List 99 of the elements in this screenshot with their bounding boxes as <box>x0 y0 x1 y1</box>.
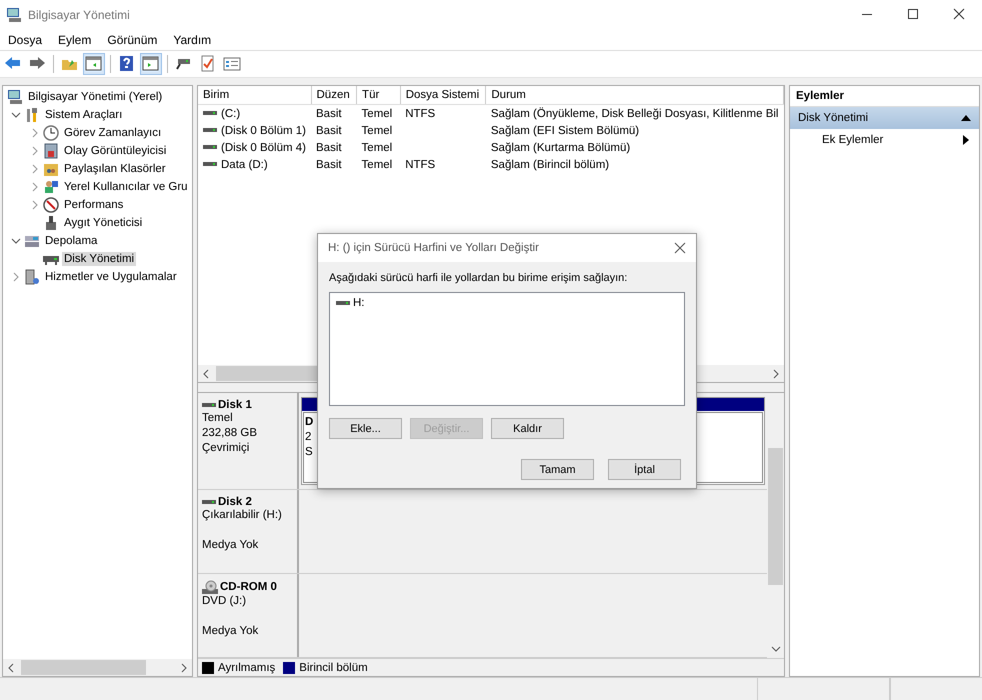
menu-item[interactable]: Dosya <box>0 33 50 47</box>
tree-item[interactable]: Hizmetler ve Uygulamalar <box>43 270 179 284</box>
collapse-icon[interactable] <box>961 115 971 121</box>
column-header[interactable]: Durum <box>486 86 784 104</box>
storage-icon <box>24 233 40 249</box>
table-cell: Basit <box>316 158 342 170</box>
expand-chevron-icon[interactable] <box>11 272 21 282</box>
dialog-button[interactable]: Ekle... <box>329 418 402 439</box>
disk-type: Çıkarılabilir (H:) <box>202 508 283 523</box>
actions-section[interactable]: Disk Yönetimi <box>790 107 979 129</box>
help-icon <box>118 55 136 73</box>
log-icon <box>43 143 59 159</box>
tree-item[interactable]: Yerel Kullanıcılar ve Gru <box>62 180 190 194</box>
table-cell: Sağlam (EFI Sistem Bölümü) <box>490 124 640 136</box>
menu-item[interactable]: Yardım <box>165 33 220 47</box>
expand-chevron-icon[interactable] <box>30 182 40 192</box>
expand-chevron-icon[interactable] <box>30 146 40 156</box>
dialog-prompt: Aşağıdaki sürücü harfi ile yollardan bu birime erişim sağlayın: <box>329 272 628 284</box>
dialog-title: H: () için Sürücü Harfini ve Yolları Değiştir <box>328 242 539 254</box>
disk-size: 232,88 GB <box>202 426 258 441</box>
computer-icon <box>7 89 23 105</box>
tree-item[interactable]: Olay Görüntüleyicisi <box>62 144 168 158</box>
disk-status: Çevrimiçi <box>202 441 250 456</box>
table-cell: Sağlam (Kurtarma Bölümü) <box>490 142 630 154</box>
action-link[interactable]: Ek Eylemler <box>822 134 884 146</box>
submenu-arrow-icon <box>963 135 969 145</box>
list-icon <box>223 55 241 73</box>
column-header[interactable]: Dosya Sistemi <box>400 86 486 104</box>
disk-type: DVD (J:) <box>202 594 248 609</box>
scroll-down-icon[interactable] <box>770 644 780 654</box>
table-cell: Basit <box>316 108 342 120</box>
table-cell: Sağlam (Önyükleme, Disk Belleği Dosyası, Kilitlenme Bil <box>490 108 778 120</box>
column-header[interactable]: Düzen <box>311 86 357 104</box>
dialog-button[interactable]: Kaldır <box>491 418 564 439</box>
table-cell: Temel <box>362 158 392 170</box>
legend-label: Birincil bölüm <box>299 662 368 674</box>
tree-item[interactable]: Paylaşılan Klasörler <box>62 162 168 176</box>
pane-button[interactable] <box>140 53 162 75</box>
disk-name: Disk 2 <box>218 496 252 508</box>
tree-item[interactable]: Aygıt Yöneticisi <box>62 216 144 230</box>
tree-item[interactable]: Performans <box>62 198 126 212</box>
tools-icon <box>24 107 40 123</box>
pane-button[interactable] <box>83 53 105 75</box>
folder-icon <box>43 161 59 177</box>
pane-icon <box>85 55 103 73</box>
table-cell: Sağlam (Birincil bölüm) <box>490 158 610 170</box>
disk-status: Medya Yok <box>202 624 260 639</box>
disk-name: CD-ROM 0 <box>220 581 277 593</box>
partition-detail: S <box>305 445 313 460</box>
legend-label: Ayrılmamış <box>218 662 276 674</box>
table-cell: Data (D:) <box>221 158 268 170</box>
table-cell: (Disk 0 Bölüm 4) <box>221 142 306 154</box>
computer-icon <box>6 7 22 23</box>
pane-icon <box>142 55 160 73</box>
expand-chevron-icon[interactable] <box>30 164 40 174</box>
table-cell: NTFS <box>405 158 436 170</box>
tree-item[interactable]: Depolama <box>43 234 100 248</box>
list-item[interactable]: H: <box>353 297 364 309</box>
dialog-button[interactable]: Tamam <box>521 459 594 480</box>
tree-item[interactable]: Sistem Araçları <box>43 108 124 122</box>
column-header[interactable]: Tür <box>356 86 400 104</box>
expand-chevron-icon[interactable] <box>30 200 40 210</box>
path-list[interactable]: H: <box>329 292 685 406</box>
drive-icon <box>202 401 216 409</box>
tree-item[interactable]: Bilgisayar Yönetimi (Yerel) <box>26 90 164 104</box>
section-title: Disk Yönetimi <box>798 112 868 124</box>
table-cell: (Disk 0 Bölüm 1) <box>221 124 306 136</box>
drive-icon <box>202 498 216 506</box>
table-cell: Temel <box>362 108 392 120</box>
partition-detail: 2 <box>305 430 312 445</box>
table-cell: (C:) <box>221 108 240 120</box>
disk-type: Temel <box>202 411 234 426</box>
column-header[interactable]: Birim <box>198 86 311 104</box>
gauge-icon <box>43 197 59 213</box>
dialog-button[interactable]: İptal <box>608 459 681 480</box>
expand-chevron-icon[interactable] <box>30 128 40 138</box>
users-icon <box>43 179 59 195</box>
disk-status: Medya Yok <box>202 538 260 553</box>
partition-detail: D <box>305 415 314 430</box>
server-icon <box>24 269 40 285</box>
table-cell: Temel <box>362 124 392 136</box>
table-cell: Basit <box>316 124 342 136</box>
tree-item[interactable]: Görev Zamanlayıcı <box>62 126 164 140</box>
menu-item[interactable]: Eylem <box>50 33 100 47</box>
collapse-chevron-icon[interactable] <box>11 236 21 246</box>
menu-item[interactable]: Görünüm <box>99 33 166 47</box>
device-icon <box>43 215 59 231</box>
cd-drive-icon <box>202 580 218 594</box>
table-cell: NTFS <box>405 108 436 120</box>
disk-name: Disk 1 <box>218 399 252 411</box>
collapse-chevron-icon[interactable] <box>11 110 21 120</box>
table-cell: Basit <box>316 142 342 154</box>
close-icon[interactable] <box>674 242 686 254</box>
scrollbar[interactable] <box>3 659 192 676</box>
drive-icon <box>336 299 350 307</box>
clock-icon <box>43 125 59 141</box>
table-cell: Temel <box>362 142 392 154</box>
window-title: Bilgisayar Yönetimi <box>28 8 131 22</box>
tree-item[interactable]: Disk Yönetimi <box>62 252 136 266</box>
